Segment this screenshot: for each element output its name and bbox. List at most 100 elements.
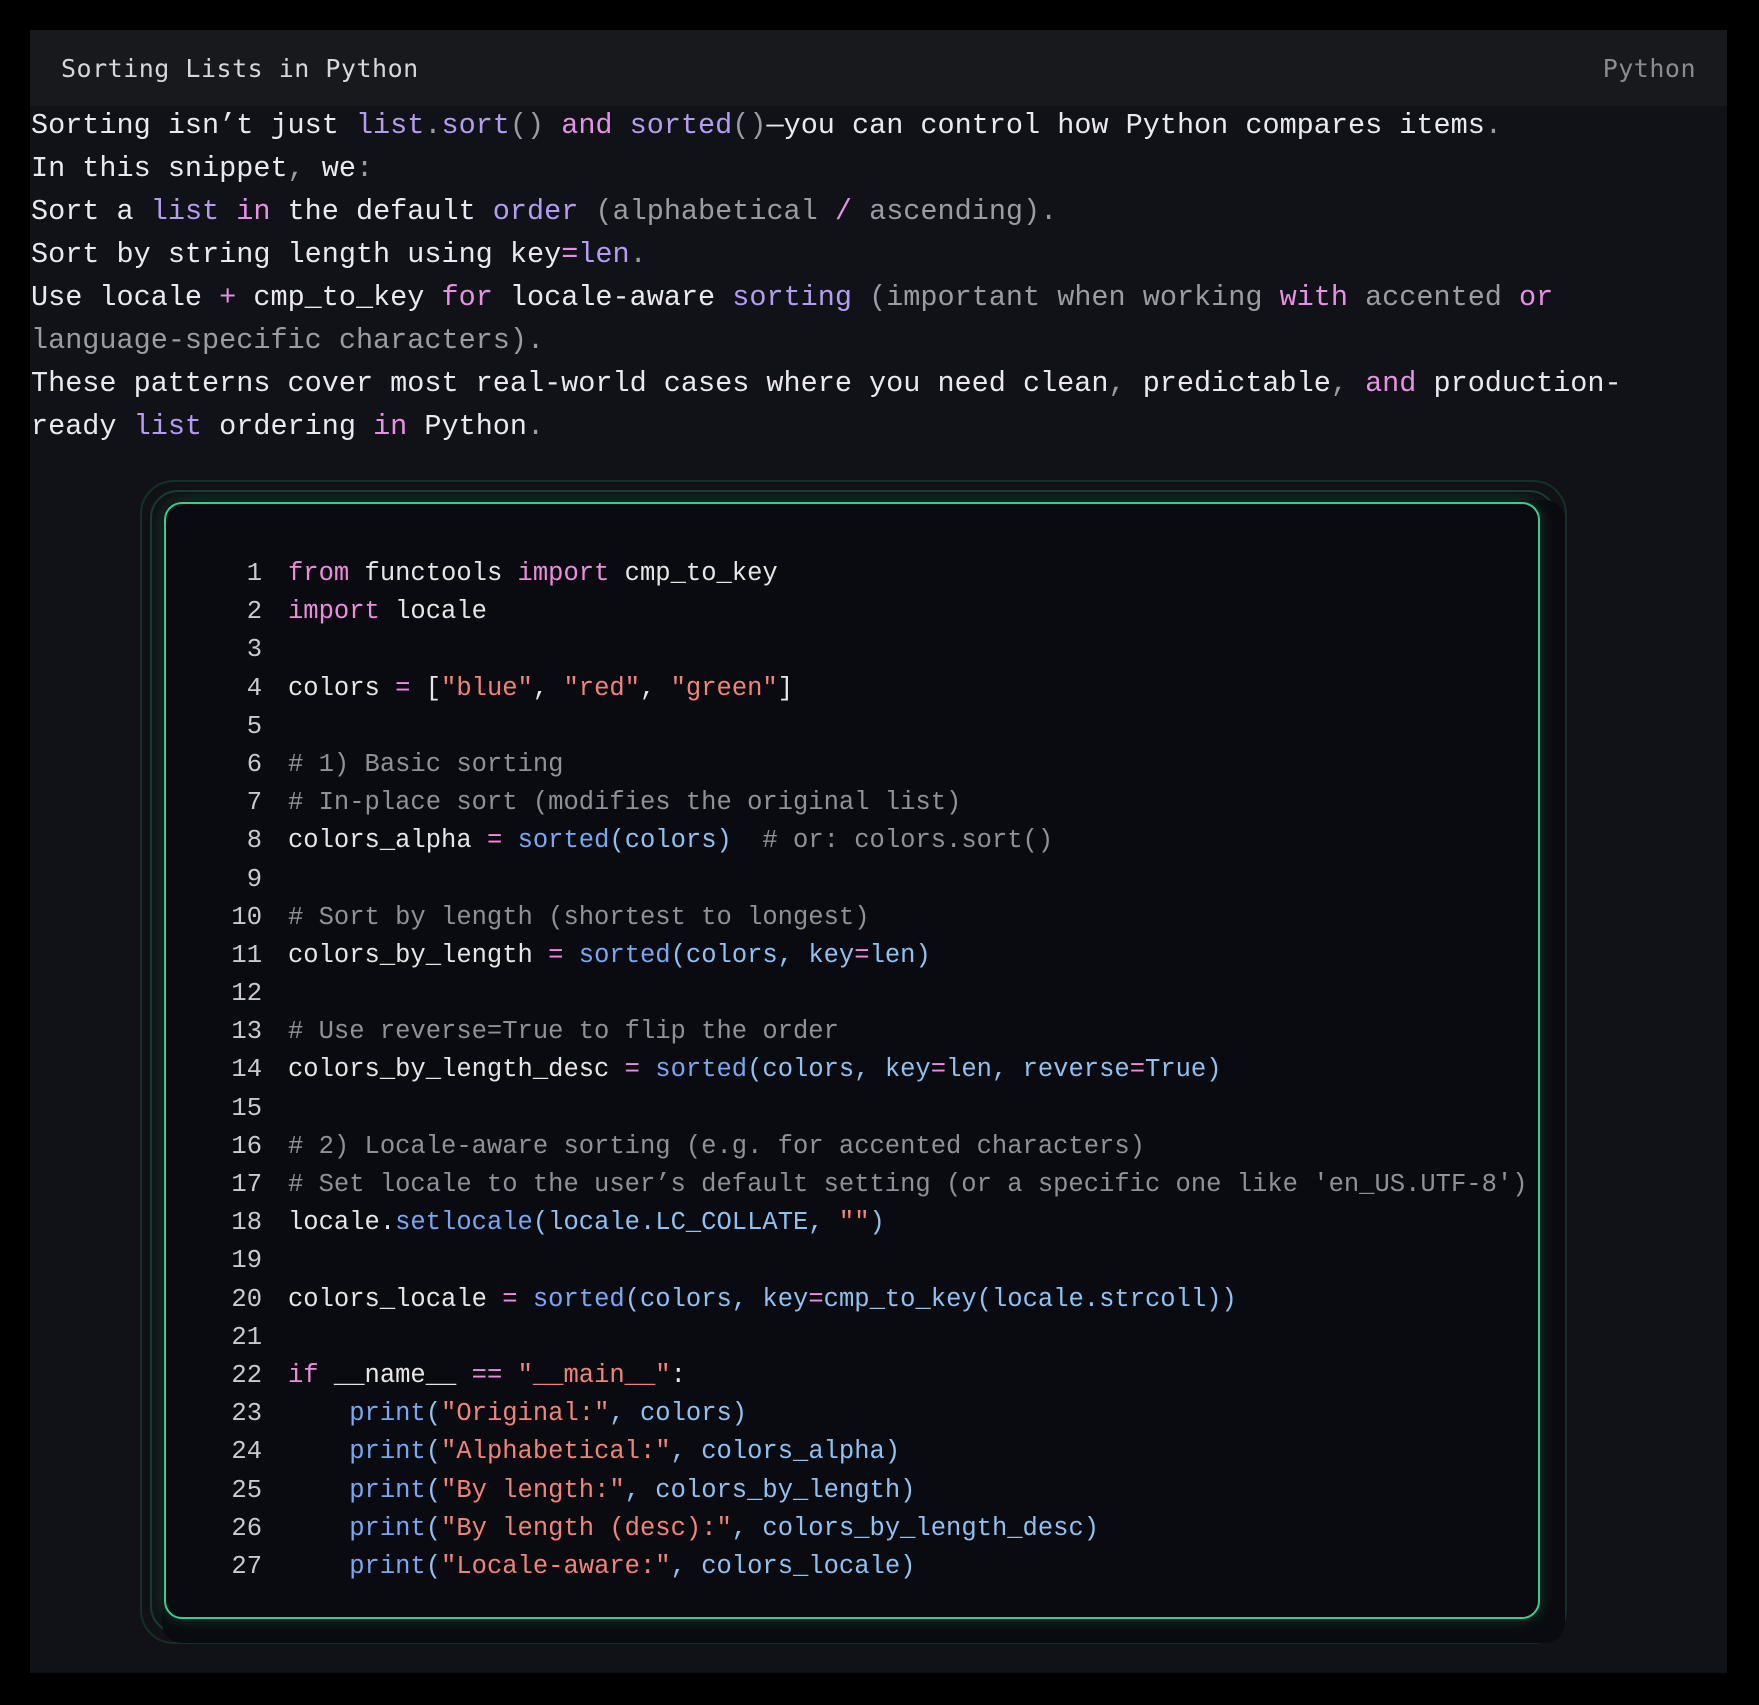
code-text: if __name__ == "__main__": bbox=[288, 1357, 686, 1395]
code-line: 18 locale.setlocale(locale.LC_COLLATE, ""… bbox=[182, 1204, 1528, 1242]
intro-text-segment: list bbox=[355, 109, 425, 142]
code-token: (colors, key bbox=[670, 940, 855, 970]
code-token: "Alphabetical:" bbox=[441, 1437, 671, 1467]
code-text: print("By length (desc):", colors_by_len… bbox=[288, 1510, 1099, 1548]
intro-text-segment: locale-aware bbox=[509, 281, 733, 314]
line-number: 1 bbox=[246, 559, 262, 588]
code-text: print("Locale-aware:", colors_locale) bbox=[288, 1548, 915, 1586]
intro-paragraph: Use locale + cmp_to_key for locale-aware… bbox=[31, 276, 1681, 362]
code-token: sorted bbox=[655, 1055, 748, 1085]
code-text: # Set locale to the user’s default setti… bbox=[288, 1166, 1528, 1204]
code-token: = bbox=[548, 940, 564, 970]
code-token: , colors_alpha) bbox=[670, 1437, 901, 1467]
intro-text-segment: in bbox=[373, 410, 425, 443]
card-header: Sorting Lists in Python Python bbox=[30, 30, 1727, 106]
code-token: colors_by_length_desc bbox=[288, 1055, 625, 1085]
code-line: 4 colors = ["blue", "red", "green"] bbox=[182, 670, 1528, 708]
intro-text-segment: : bbox=[355, 152, 374, 185]
code-token: (colors, key bbox=[747, 1055, 931, 1085]
code-token: "red" bbox=[563, 673, 640, 703]
intro-text-segment: cmp_to_key bbox=[253, 281, 442, 314]
intro-text-segment: and bbox=[1365, 367, 1434, 400]
code-line: 13 # Use reverse=True to flip the order bbox=[182, 1013, 1528, 1051]
code-token: True) bbox=[1145, 1055, 1222, 1085]
code-token: print bbox=[349, 1399, 426, 1429]
code-token: functools bbox=[349, 559, 518, 588]
code-token: , bbox=[532, 673, 564, 703]
intro-paragraph: Sort by string length using key=len. bbox=[31, 233, 1681, 276]
code-token: len) bbox=[869, 940, 931, 970]
code-line: 23 print("Original:", colors) bbox=[182, 1395, 1528, 1433]
code-line: 11 colors_by_length = sorted(colors, key=… bbox=[182, 937, 1528, 975]
line-number: 10 bbox=[231, 902, 262, 932]
code-token: cmp_to_key bbox=[609, 559, 778, 588]
code-token: sorted bbox=[578, 940, 671, 970]
code-token: print bbox=[349, 1513, 426, 1543]
code-line: 5 bbox=[182, 708, 1528, 746]
code-line: 12 bbox=[182, 975, 1528, 1013]
code-token: __name__ bbox=[318, 1360, 472, 1390]
code-line: 26 print("By length (desc):", colors_by_… bbox=[182, 1510, 1528, 1548]
code-token: (colors) bbox=[609, 826, 732, 856]
line-number: 23 bbox=[231, 1399, 262, 1429]
intro-paragraph: In this snippet, we: bbox=[31, 147, 1681, 190]
code-text: # Use reverse=True to flip the order bbox=[288, 1013, 839, 1051]
code-line: 7 # In-place sort (modifies the original … bbox=[182, 784, 1528, 822]
line-number: 15 bbox=[231, 1093, 262, 1123]
line-number: 7 bbox=[246, 788, 262, 818]
code-token: , colors_by_length) bbox=[624, 1475, 916, 1505]
code-text: colors_by_length_desc = sorted(colors, k… bbox=[288, 1051, 1222, 1089]
code-token: = bbox=[854, 940, 870, 970]
line-number: 27 bbox=[231, 1551, 262, 1581]
intro-text-segment: Sort a bbox=[31, 195, 151, 228]
line-number: 13 bbox=[231, 1017, 262, 1047]
code-line: 24 print("Alphabetical:", colors_alpha) bbox=[182, 1433, 1528, 1471]
line-number: 12 bbox=[231, 979, 262, 1009]
code-text: colors_by_length = sorted(colors, key=le… bbox=[288, 937, 931, 975]
intro-text-segment: Sort by string length using key bbox=[31, 238, 562, 271]
code-token: [ bbox=[410, 673, 442, 703]
code-token: # Set locale to the user’s default setti… bbox=[288, 1170, 1528, 1199]
intro-text-segment: len bbox=[578, 238, 630, 271]
code-token: from bbox=[288, 559, 350, 588]
intro-text-segment: . bbox=[527, 410, 545, 443]
code-token: locale bbox=[379, 597, 487, 627]
code-text: # 2) Locale-aware sorting (e.g. for acce… bbox=[288, 1128, 1145, 1166]
code-text: # In-place sort (modifies the original l… bbox=[288, 784, 961, 822]
intro-text-segment: Use locale bbox=[31, 281, 220, 314]
code-token: locale. bbox=[288, 1208, 396, 1238]
intro-text-segment: = bbox=[561, 238, 579, 271]
code-token: = bbox=[1129, 1055, 1146, 1085]
code-token: ( bbox=[425, 1437, 442, 1467]
code-token: colors_alpha bbox=[288, 826, 487, 856]
line-number: 25 bbox=[231, 1475, 262, 1505]
code-token: "Original:" bbox=[441, 1399, 610, 1429]
code-token: (locale.LC_COLLATE, bbox=[532, 1208, 839, 1238]
code-token: colors bbox=[288, 673, 396, 703]
line-number: 24 bbox=[231, 1437, 262, 1467]
intro-text-segment: sorted bbox=[629, 109, 733, 142]
line-number: 20 bbox=[231, 1284, 262, 1314]
code-line: 20 colors_locale = sorted(colors, key=cmp… bbox=[182, 1281, 1528, 1319]
intro-text-segment: ascending). bbox=[869, 195, 1058, 228]
intro-paragraph: Sort a list in the default order (alphab… bbox=[31, 190, 1681, 233]
code-text: # Sort by length (shortest to longest) bbox=[288, 899, 870, 937]
code-line: 3 bbox=[182, 631, 1528, 669]
code-token: # Use reverse=True to flip the order bbox=[288, 1017, 839, 1047]
code-token: = bbox=[930, 1055, 947, 1085]
code-token: # 2) Locale-aware sorting (e.g. for acce… bbox=[288, 1131, 1145, 1161]
intro-text-segment: Sorting isn’t just bbox=[31, 109, 356, 142]
intro-text-segment: accented bbox=[1365, 281, 1520, 314]
code-token: print bbox=[349, 1551, 426, 1581]
code-token: print bbox=[349, 1437, 426, 1467]
code-token: sorted bbox=[532, 1284, 625, 1314]
code-token: ( bbox=[425, 1513, 442, 1543]
code-line: 17 # Set locale to the user’s default set… bbox=[182, 1166, 1528, 1204]
code-text: colors = ["blue", "red", "green"] bbox=[288, 670, 793, 708]
code-token: colors_by_length bbox=[288, 940, 549, 970]
